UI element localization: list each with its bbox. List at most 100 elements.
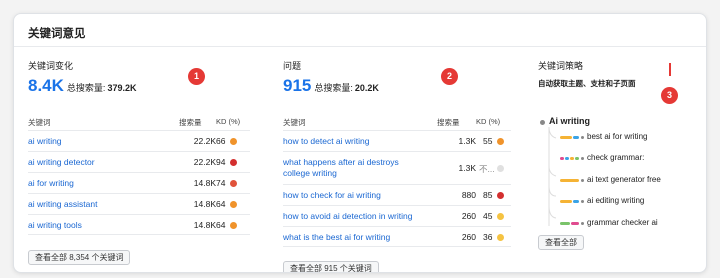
card-title: 关键词意见 xyxy=(28,28,86,40)
kd-dot xyxy=(497,165,504,172)
leaf-dot xyxy=(581,157,584,160)
search-volume: 14.8K xyxy=(193,178,216,188)
questions-table: how to detect ai writing 1.3K 55 what ha… xyxy=(283,130,511,247)
view-all-questions-button[interactable]: 查看全部 915 个关键词 xyxy=(283,261,379,272)
search-volume: 22.2K xyxy=(193,136,216,146)
kd-dot xyxy=(230,222,237,229)
view-all-variations-button[interactable]: 查看全部 8,354 个关键词 xyxy=(28,250,131,265)
table-row: what is the best ai for writing 260 36 xyxy=(283,226,511,247)
question-line-1: what happens after ai destroys xyxy=(283,157,399,167)
subtopic-item[interactable]: ai editing writing xyxy=(587,196,644,205)
annotation-badge-2: 2 xyxy=(441,68,458,85)
topic-tree: Ai writing best ai for writing check gra… xyxy=(538,116,698,246)
question-link[interactable]: how to detect ai writing xyxy=(283,136,369,146)
table-row: how to detect ai writing 1.3K 55 xyxy=(283,130,511,151)
keyword-variations-section: 关键词变化 8.4K 总搜索量: 379.2K 1 关键词 搜索量 KD (%)… xyxy=(28,54,250,265)
leaf-bar xyxy=(571,222,579,225)
kd-value: 45 xyxy=(483,211,493,221)
summary: 915 总搜索量: 20.2K xyxy=(283,76,511,96)
keyword-link[interactable]: ai writing xyxy=(28,136,62,146)
annotation-badge-3: 3 xyxy=(661,87,678,104)
leaf-bar xyxy=(560,222,570,225)
keyword-link[interactable]: ai for writing xyxy=(28,178,74,188)
kd-value: 不... xyxy=(479,164,495,174)
subtopic-item[interactable]: ai text generator free xyxy=(587,175,661,184)
col-header-keyword: 关键词 xyxy=(28,118,51,127)
questions-section: 问题 915 总搜索量: 20.2K 2 关键词 搜索量 KD (%) how … xyxy=(283,54,511,272)
col-header-volume: 搜索量 xyxy=(437,118,460,127)
keyword-link[interactable]: ai writing tools xyxy=(28,220,82,230)
kd-value: 66 xyxy=(216,136,226,146)
keyword-strategy-section: 关键词策略 自动获取主题、支柱和子页面 3 Ai writing best ai… xyxy=(538,54,698,250)
search-volume: 260 xyxy=(461,211,476,221)
leaf-dot xyxy=(581,179,584,182)
leaf-bar xyxy=(573,200,579,203)
section-title: 关键词策略 xyxy=(538,61,584,71)
subtopic-item[interactable]: best ai for writing xyxy=(587,132,647,141)
leaf-bar xyxy=(560,136,572,139)
kd-dot xyxy=(497,213,504,220)
header-divider xyxy=(14,46,706,47)
topic-root[interactable]: Ai writing xyxy=(549,116,590,126)
search-volume: 1.3K xyxy=(458,163,477,173)
table-row: how to avoid ai detection in writing 260… xyxy=(283,205,511,226)
view-all-strategy-button[interactable]: 查看全部 xyxy=(538,235,584,250)
leaf-dot xyxy=(581,222,584,225)
leaf-dot xyxy=(581,136,584,139)
leaf-dot xyxy=(581,200,584,203)
col-header-volume: 搜索量 xyxy=(179,118,202,127)
kd-dot xyxy=(230,159,237,166)
variations-count[interactable]: 8.4K xyxy=(28,76,64,96)
leaf-bar xyxy=(565,157,569,160)
variations-table: ai writing 22.2K 66 ai writing detector … xyxy=(28,130,250,235)
total-volume-value: 20.2K xyxy=(354,83,379,93)
question-link[interactable]: what happens after ai destroys college w… xyxy=(283,157,399,179)
keyword-link[interactable]: ai writing detector xyxy=(28,157,95,167)
kd-value: 64 xyxy=(216,220,226,230)
search-volume: 22.2K xyxy=(193,157,216,167)
table-row: what happens after ai destroys college w… xyxy=(283,151,511,184)
questions-count[interactable]: 915 xyxy=(283,76,311,96)
leaf-bar xyxy=(560,179,579,182)
section-title: 关键词变化 xyxy=(28,61,74,71)
keyword-link[interactable]: ai writing assistant xyxy=(28,199,97,209)
keyword-ideas-card: 关键词意见 关键词变化 8.4K 总搜索量: 379.2K 1 关键词 搜索量 … xyxy=(13,13,707,273)
col-header-keyword: 关键词 xyxy=(283,118,306,127)
root-node-dot xyxy=(540,120,545,125)
kd-value: 94 xyxy=(216,157,226,167)
table-row: ai writing detector 22.2K 94 xyxy=(28,151,250,172)
subtopic-item[interactable]: check grammar: xyxy=(587,153,644,162)
col-header-kd: KD (%) xyxy=(216,117,241,126)
leaf-bar xyxy=(575,157,579,160)
table-header: 关键词 搜索量 KD (%) xyxy=(28,115,250,129)
search-volume: 14.8K xyxy=(193,220,216,230)
kd-value: 55 xyxy=(483,136,493,146)
annotation-marker xyxy=(669,63,671,76)
table-row: how to check for ai writing 880 85 xyxy=(283,184,511,205)
question-link[interactable]: how to check for ai writing xyxy=(283,190,381,200)
section-title: 问题 xyxy=(283,61,302,71)
table-header: 关键词 搜索量 KD (%) xyxy=(283,115,511,129)
kd-dot xyxy=(497,192,504,199)
kd-value: 36 xyxy=(483,232,493,242)
total-volume-label: 总搜索量: xyxy=(66,83,106,93)
leaf-bar xyxy=(570,157,574,160)
kd-value: 64 xyxy=(216,199,226,209)
kd-dot xyxy=(230,138,237,145)
question-link[interactable]: how to avoid ai detection in writing xyxy=(283,211,412,221)
annotation-badge-1: 1 xyxy=(188,68,205,85)
table-row: ai writing assistant 14.8K 64 xyxy=(28,193,250,214)
search-volume: 880 xyxy=(461,190,476,200)
subtopic-item[interactable]: grammar checker ai xyxy=(587,218,658,227)
table-row: ai for writing 14.8K 74 xyxy=(28,172,250,193)
search-volume: 260 xyxy=(461,232,476,242)
kd-dot xyxy=(497,234,504,241)
question-line-2: college writing xyxy=(283,168,337,178)
kd-value: 85 xyxy=(483,190,493,200)
table-row: ai writing tools 14.8K 64 xyxy=(28,214,250,235)
leaf-bar xyxy=(573,136,579,139)
total-volume-label: 总搜索量: xyxy=(314,83,353,93)
question-link[interactable]: what is the best ai for writing xyxy=(283,232,390,242)
kd-value: 74 xyxy=(216,178,226,188)
total-volume-value: 379.2K xyxy=(107,83,137,93)
